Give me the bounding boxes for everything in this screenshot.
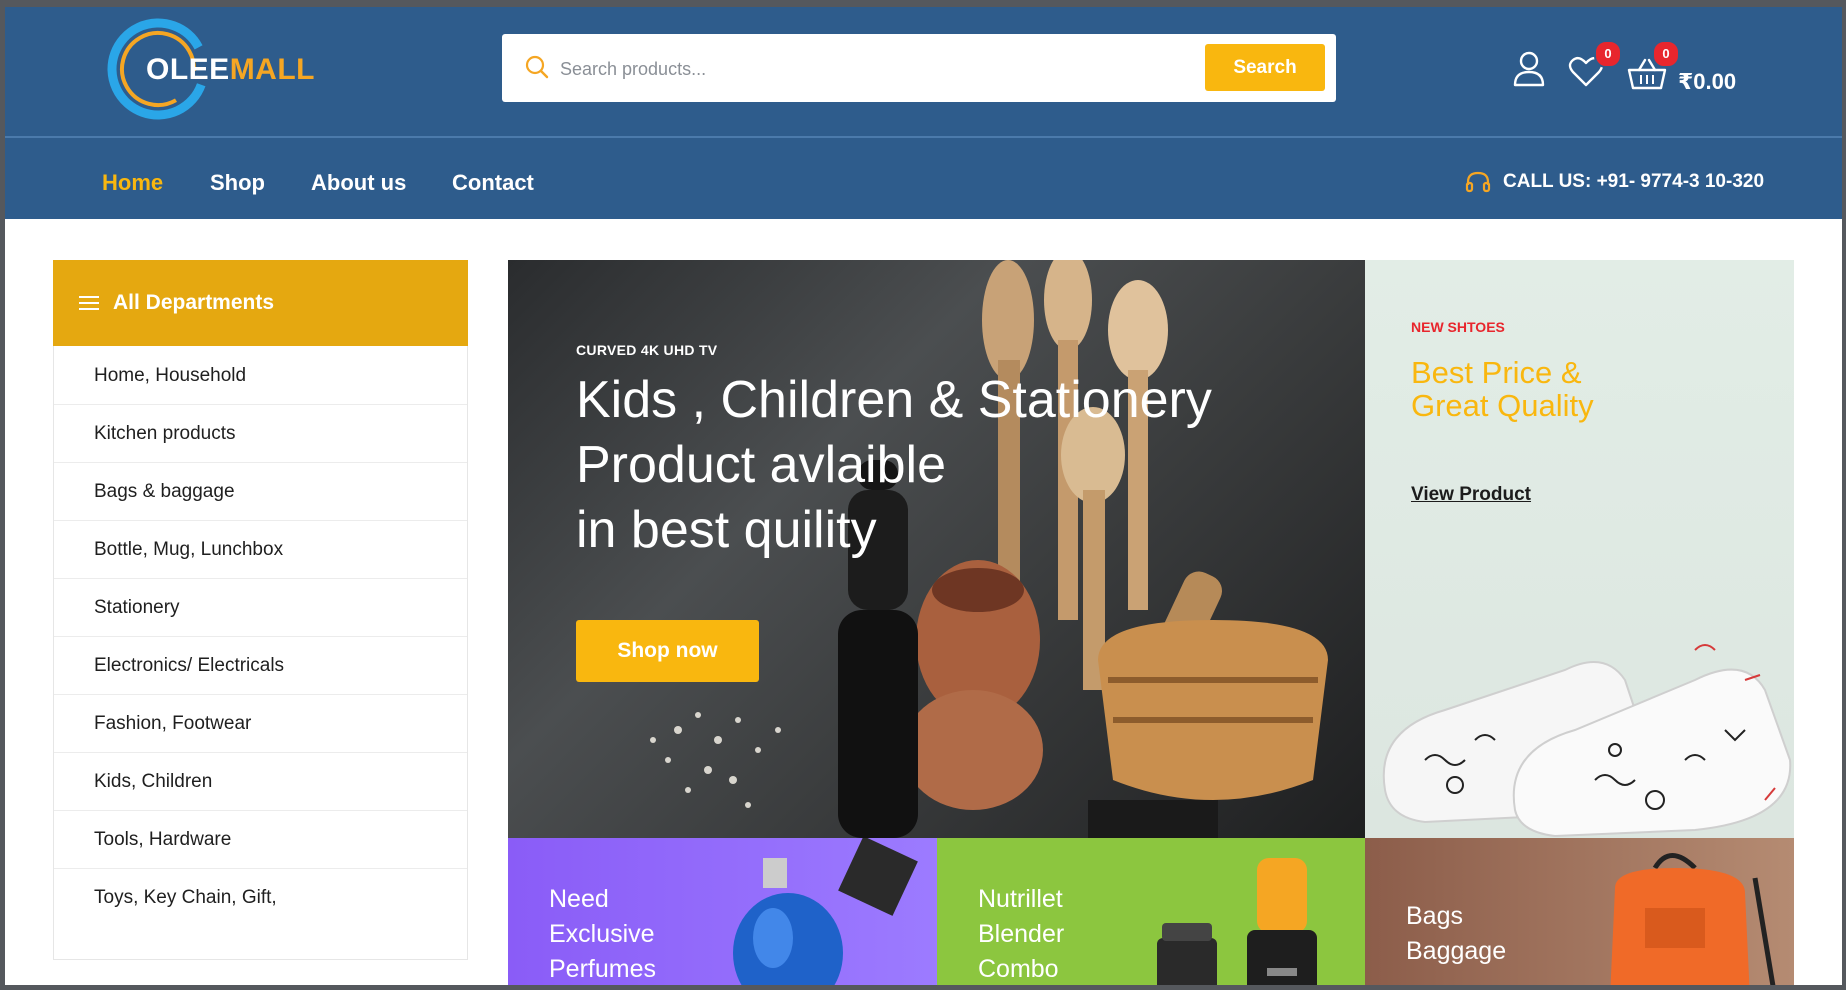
tile-text-line: Nutrillet [978, 885, 1063, 913]
header-top-bar: OLEEMALL Search 0 0 ₹0.00 [5, 7, 1842, 136]
hero-title: Kids , Children & Stationery Product avl… [576, 368, 1336, 563]
search-input[interactable] [558, 46, 1162, 92]
site-logo[interactable]: OLEEMALL [100, 11, 340, 131]
tile-text-line: Blender [978, 920, 1065, 948]
department-item[interactable]: Tools, Hardware [54, 811, 467, 869]
nav-about-link[interactable]: About us [311, 170, 406, 196]
page: OLEEMALL Search 0 0 ₹0.00 [5, 7, 1842, 985]
departments-panel: All Departments Home, Household Kitchen … [53, 260, 468, 960]
wishlist-count-badge: 0 [1594, 40, 1622, 68]
bag-image [1610, 853, 1776, 985]
blender-image [1157, 858, 1317, 985]
department-item[interactable]: Bags & baggage [54, 463, 467, 521]
nav-shop-link[interactable]: Shop [210, 170, 265, 196]
shop-now-button[interactable]: Shop now [576, 620, 759, 682]
sneakers-photo [1382, 644, 1792, 838]
tile-text-line: Need [549, 885, 609, 913]
tile-text-line: Exclusive [549, 920, 655, 948]
search-button[interactable]: Search [1205, 44, 1325, 91]
department-item[interactable]: Bottle, Mug, Lunchbox [54, 521, 467, 579]
search-box: Search [502, 34, 1336, 102]
logo-text-part1: OLEE [146, 53, 230, 86]
nav-contact-link[interactable]: Contact [452, 170, 534, 196]
logo-wordmark: OLEEMALL [146, 53, 315, 87]
tile-text: Bags Baggage [1406, 899, 1506, 969]
tile-text-line: Combo [978, 955, 1059, 983]
user-account-icon[interactable] [1512, 50, 1546, 88]
all-departments-toggle[interactable]: All Departments [53, 260, 468, 346]
promo-title-line: Best Price & [1411, 355, 1582, 390]
department-list: Home, Household Kitchen products Bags & … [54, 347, 467, 927]
side-promo-banner: NEW SHTOES Best Price & Great Quality Vi… [1365, 260, 1794, 838]
tile-text-line: Perfumes [549, 955, 656, 983]
tile-text: Need Exclusive Perfumes [549, 882, 656, 985]
view-product-link[interactable]: View Product [1411, 484, 1531, 506]
logo-text-part2: MALL [229, 53, 315, 86]
main-navigation: Home Shop About us Contact CALL US: +91-… [5, 136, 1842, 219]
hero-title-line: in best quility [576, 501, 877, 559]
hero-title-line: Kids , Children & Stationery [576, 371, 1212, 429]
hamburger-menu-icon [79, 296, 99, 310]
call-us-text: CALL US: +91- 9774-3 10-320 [1503, 171, 1765, 192]
department-item[interactable]: Kids, Children [54, 753, 467, 811]
perfume-promo-tile[interactable]: Need Exclusive Perfumes [508, 838, 937, 985]
call-us[interactable]: CALL US: +91- 9774-3 10-320 [1465, 170, 1764, 194]
tile-text: Nutrillet Blender Combo [978, 882, 1064, 985]
department-item[interactable]: Stationery [54, 579, 467, 637]
department-item[interactable]: Fashion, Footwear [54, 695, 467, 753]
blender-promo-tile[interactable]: Nutrillet Blender Combo [937, 838, 1365, 985]
department-item[interactable]: Toys, Key Chain, Gift, [54, 869, 467, 927]
promo-kicker: NEW SHTOES [1411, 319, 1505, 335]
tile-text-line: Baggage [1406, 937, 1507, 965]
department-item[interactable]: Home, Household [54, 347, 467, 405]
cart-count-badge: 0 [1652, 40, 1680, 68]
promo-title: Best Price & Great Quality [1411, 356, 1594, 422]
headset-icon [1465, 171, 1491, 193]
all-departments-label: All Departments [113, 291, 275, 314]
promo-title-line: Great Quality [1411, 388, 1594, 423]
bags-promo-tile[interactable]: Bags Baggage [1365, 838, 1794, 985]
hero-kicker: CURVED 4K UHD TV [576, 342, 718, 358]
department-item[interactable]: Kitchen products [54, 405, 467, 463]
department-item[interactable]: Electronics/ Electricals [54, 637, 467, 695]
cart-total[interactable]: ₹0.00 [1678, 69, 1736, 95]
hero-title-line: Product avlaible [576, 436, 946, 494]
nav-home-link[interactable]: Home [102, 170, 163, 196]
hero-banner: CURVED 4K UHD TV Kids , Children & Stati… [508, 260, 1365, 838]
tile-text-line: Bags [1406, 902, 1463, 930]
perfume-bottle-image [733, 838, 918, 985]
search-icon [525, 55, 549, 79]
